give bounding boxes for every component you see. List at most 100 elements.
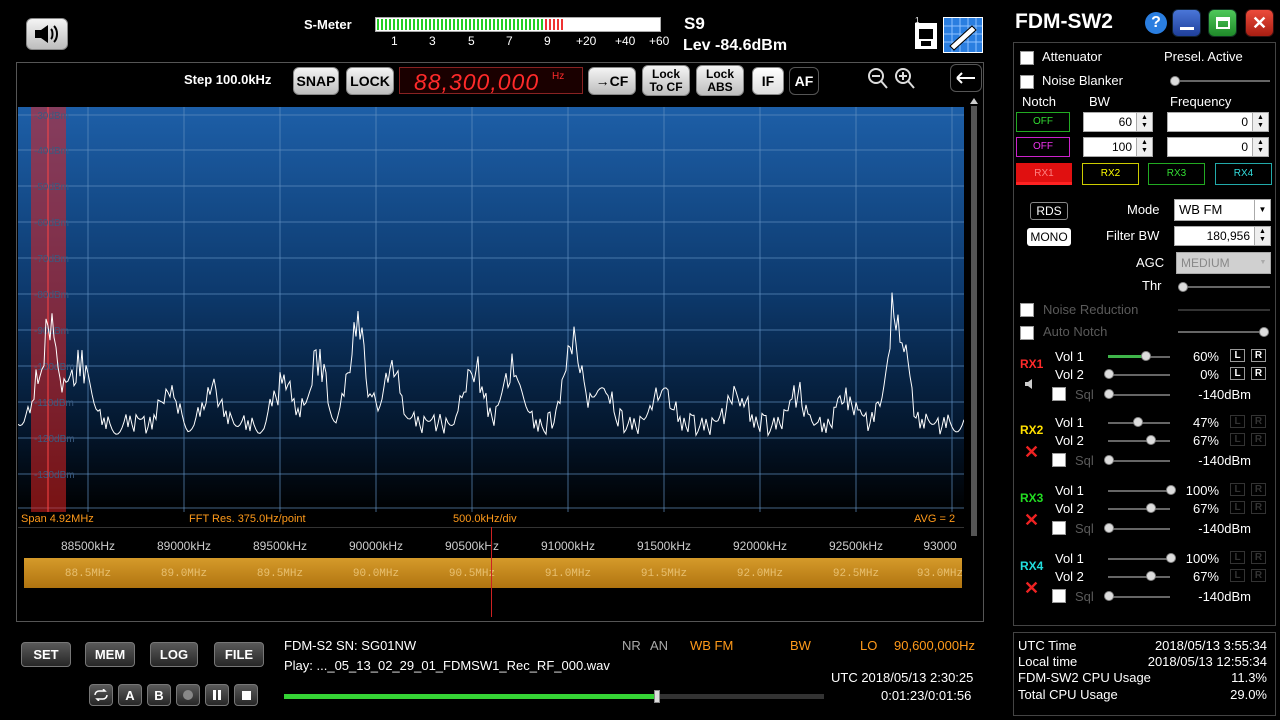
notch1-toggle[interactable]: OFF bbox=[1016, 112, 1070, 132]
noise-reduction-checkbox[interactable] bbox=[1020, 303, 1034, 317]
back-arrow-button[interactable] bbox=[950, 64, 982, 92]
vol1-knob[interactable] bbox=[1133, 417, 1143, 427]
left-channel-toggle[interactable]: L bbox=[1230, 569, 1245, 582]
lock-to-cf-button[interactable]: Lock To CF bbox=[642, 65, 690, 96]
speaker-button[interactable] bbox=[26, 18, 68, 50]
spectrum-scrollbar[interactable] bbox=[968, 98, 980, 538]
spectrum-plot[interactable]: -30dBm -40dBm -50dBm -60dBm -70dBm -80dBm -90d… bbox=[18, 107, 964, 512]
mono-button[interactable]: MONO bbox=[1027, 228, 1071, 246]
notch1-bw-spinner[interactable]: 60 ▲ ▼ bbox=[1083, 112, 1153, 132]
rx-enable-checkbox[interactable] bbox=[1052, 453, 1066, 467]
spinner-arrows-icon[interactable]: ▲ ▼ bbox=[1136, 113, 1152, 131]
notch2-bw-spinner[interactable]: 100 ▲ ▼ bbox=[1083, 137, 1153, 157]
vol1-slider[interactable] bbox=[1108, 558, 1170, 560]
rds-button[interactable]: RDS bbox=[1030, 202, 1068, 220]
stop-button[interactable] bbox=[234, 684, 258, 706]
rx-enable-checkbox[interactable] bbox=[1052, 521, 1066, 535]
vol1-knob[interactable] bbox=[1166, 553, 1176, 563]
agc-select[interactable]: MEDIUM ▼ bbox=[1176, 252, 1271, 274]
left-channel-toggle[interactable]: L bbox=[1230, 501, 1245, 514]
scroll-up-icon[interactable] bbox=[970, 98, 978, 104]
thr-slider[interactable] bbox=[1178, 286, 1270, 288]
b-button[interactable]: B bbox=[147, 684, 171, 706]
auto-notch-checkbox[interactable] bbox=[1020, 326, 1034, 340]
spinner-arrows-icon[interactable]: ▲ ▼ bbox=[1252, 138, 1268, 156]
sql-knob[interactable] bbox=[1104, 455, 1114, 465]
spinner-arrows-icon[interactable]: ▲ ▼ bbox=[1254, 227, 1270, 245]
af-button[interactable]: AF bbox=[789, 67, 819, 95]
spinner-arrows-icon[interactable]: ▲ ▼ bbox=[1136, 138, 1152, 156]
left-channel-toggle[interactable]: L bbox=[1230, 433, 1245, 446]
mute-icon[interactable]: ✕ bbox=[1024, 510, 1039, 531]
right-channel-toggle[interactable]: R bbox=[1251, 349, 1266, 362]
vol2-slider[interactable] bbox=[1108, 576, 1170, 578]
right-channel-toggle[interactable]: R bbox=[1251, 433, 1266, 446]
play-progress[interactable] bbox=[284, 690, 824, 703]
lock-button[interactable]: LOCK bbox=[346, 67, 394, 95]
mode-select[interactable]: WB FM ▼ bbox=[1174, 199, 1271, 221]
noise-reduction-slider[interactable] bbox=[1178, 309, 1270, 311]
frequency-display[interactable]: 88,300,000 Hz bbox=[399, 67, 583, 95]
vol2-knob[interactable] bbox=[1146, 503, 1156, 513]
play-progress-knob[interactable] bbox=[653, 690, 660, 703]
notch1-freq-spinner[interactable]: 0 ▲ ▼ bbox=[1167, 112, 1269, 132]
right-channel-toggle[interactable]: R bbox=[1251, 415, 1266, 428]
snap-button[interactable]: SNAP bbox=[293, 67, 339, 95]
vol2-slider[interactable] bbox=[1108, 440, 1170, 442]
chevron-down-icon[interactable]: ▼ bbox=[1256, 253, 1270, 273]
vol2-knob[interactable] bbox=[1146, 435, 1156, 445]
close-button[interactable]: ✕ bbox=[1245, 9, 1274, 37]
loop-button[interactable] bbox=[89, 684, 113, 706]
sql-knob[interactable] bbox=[1104, 389, 1114, 399]
minimize-button[interactable] bbox=[1172, 9, 1201, 37]
vol2-knob[interactable] bbox=[1146, 571, 1156, 581]
auto-notch-knob[interactable] bbox=[1259, 327, 1269, 337]
attenuator-checkbox[interactable] bbox=[1020, 51, 1034, 65]
rx-enable-checkbox[interactable] bbox=[1052, 589, 1066, 603]
left-channel-toggle[interactable]: L bbox=[1230, 483, 1245, 496]
recorder-icon[interactable]: 1 bbox=[913, 16, 939, 51]
notch2-toggle[interactable]: OFF bbox=[1016, 137, 1070, 157]
sql-slider[interactable] bbox=[1108, 460, 1170, 462]
rx-enable-checkbox[interactable] bbox=[1052, 387, 1066, 401]
mem-button[interactable]: MEM bbox=[85, 642, 135, 667]
left-channel-toggle[interactable]: L bbox=[1230, 551, 1245, 564]
sql-slider[interactable] bbox=[1108, 528, 1170, 530]
thr-knob[interactable] bbox=[1178, 282, 1188, 292]
to-cf-button[interactable]: →CF bbox=[588, 67, 636, 95]
sql-slider[interactable] bbox=[1108, 394, 1170, 396]
record-button[interactable] bbox=[176, 684, 200, 706]
vol2-knob[interactable] bbox=[1104, 369, 1114, 379]
edit-tool-icon[interactable] bbox=[943, 17, 983, 53]
chevron-down-icon[interactable]: ▼ bbox=[1254, 200, 1270, 220]
scrollbar-thumb[interactable] bbox=[971, 106, 977, 536]
filter-bw-spinner[interactable]: 180,956 ▲ ▼ bbox=[1174, 226, 1271, 246]
left-channel-toggle[interactable]: L bbox=[1230, 367, 1245, 380]
set-button[interactable]: SET bbox=[21, 642, 71, 667]
sql-knob[interactable] bbox=[1104, 591, 1114, 601]
log-button[interactable]: LOG bbox=[150, 642, 198, 667]
left-channel-toggle[interactable]: L bbox=[1230, 349, 1245, 362]
mute-icon[interactable]: ✕ bbox=[1024, 442, 1039, 463]
rx3-tab[interactable]: RX3 bbox=[1148, 163, 1205, 185]
noise-blanker-knob[interactable] bbox=[1170, 76, 1180, 86]
right-channel-toggle[interactable]: R bbox=[1251, 483, 1266, 496]
right-channel-toggle[interactable]: R bbox=[1251, 551, 1266, 564]
left-channel-toggle[interactable]: L bbox=[1230, 415, 1245, 428]
speaker-icon[interactable] bbox=[1024, 377, 1038, 396]
auto-notch-slider[interactable] bbox=[1178, 331, 1268, 333]
sql-slider[interactable] bbox=[1108, 596, 1170, 598]
mute-icon[interactable]: ✕ bbox=[1024, 578, 1039, 599]
rx1-tab[interactable]: RX1 bbox=[1016, 163, 1072, 185]
step-label[interactable]: Step 100.0kHz bbox=[184, 72, 271, 87]
vol1-knob[interactable] bbox=[1141, 351, 1151, 361]
right-channel-toggle[interactable]: R bbox=[1251, 367, 1266, 380]
vol2-slider[interactable] bbox=[1108, 508, 1170, 510]
lock-abs-button[interactable]: Lock ABS bbox=[696, 65, 744, 96]
help-button[interactable]: ? bbox=[1145, 12, 1167, 34]
vol1-slider[interactable] bbox=[1108, 490, 1170, 492]
sql-knob[interactable] bbox=[1104, 523, 1114, 533]
rx4-tab[interactable]: RX4 bbox=[1215, 163, 1272, 185]
pause-button[interactable] bbox=[205, 684, 229, 706]
zoom-in-icon[interactable] bbox=[893, 66, 917, 92]
